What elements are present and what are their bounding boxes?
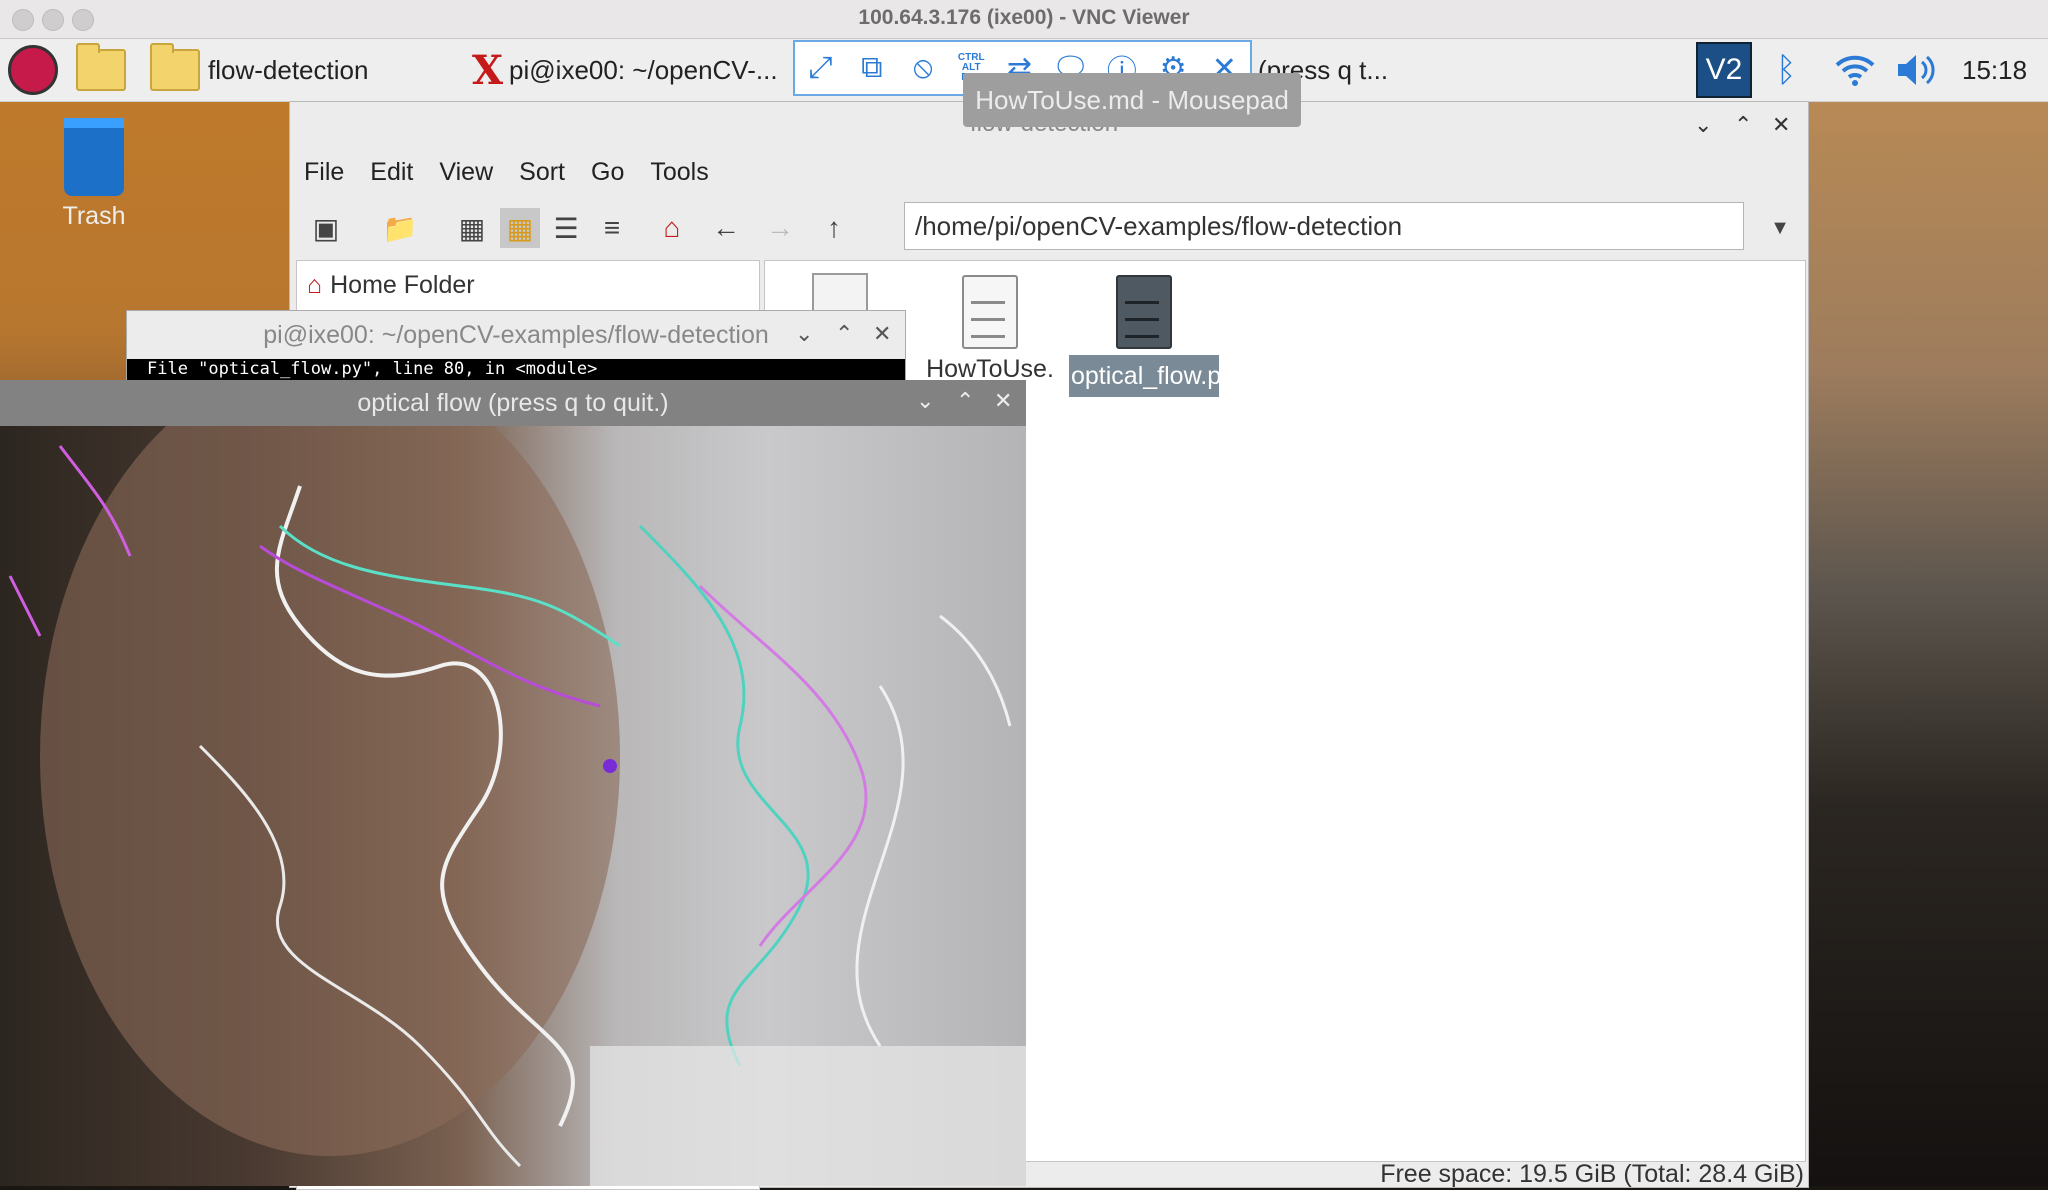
folder-icon <box>76 43 126 91</box>
minimize-icon[interactable]: ⌄ <box>1694 112 1712 138</box>
list-view-icon[interactable]: ≡ <box>592 208 632 248</box>
close-icon[interactable]: ✕ <box>873 321 891 347</box>
mac-titlebar: 100.64.3.176 (ixe00) - VNC Viewer <box>0 0 2048 39</box>
trash-desktop-item[interactable]: Trash <box>56 118 132 231</box>
terminal-title: pi@ixe00: ~/openCV-examples/flow-detecti… <box>263 321 769 349</box>
home-icon[interactable]: ⌂ <box>652 208 692 248</box>
terminal-output: File "optical_flow.py", line 80, in <mod… <box>127 359 905 381</box>
trash-icon <box>64 118 124 196</box>
minimize-icon[interactable]: ⌄ <box>795 321 813 347</box>
tooltip: HowToUse.md - Mousepad <box>963 73 1301 127</box>
file-item-howtouse[interactable]: HowToUse. <box>915 275 1065 384</box>
compact-view-icon[interactable]: ☰ <box>546 208 586 248</box>
menu-sort[interactable]: Sort <box>519 158 565 187</box>
taskbar-folder-window[interactable]: flow-detection <box>150 39 368 101</box>
menu-tools[interactable]: Tools <box>650 158 708 187</box>
desktop-landscape <box>1800 100 2048 1186</box>
terminal-icon: X <box>472 46 504 94</box>
optical-flow-window: optical flow (press q to quit.) ⌄ ⌃ ✕ <box>0 380 1026 1186</box>
path-input[interactable]: /home/pi/openCV-examples/flow-detection <box>904 202 1744 250</box>
trash-label: Trash <box>62 202 126 230</box>
script-file-icon <box>1116 275 1172 349</box>
icon-view-grid-icon[interactable]: ▦ <box>500 208 540 248</box>
raspberry-icon <box>8 45 58 95</box>
folder-icon <box>150 43 200 91</box>
camera-feed <box>0 426 1026 1186</box>
terminal-window: pi@ixe00: ~/openCV-examples/flow-detecti… <box>126 310 906 382</box>
file-manager-launcher[interactable] <box>76 39 126 101</box>
wifi-icon[interactable] <box>1834 39 1876 101</box>
sidebar-home-label: Home Folder <box>330 271 475 299</box>
fullscreen-icon[interactable]: ⤢ <box>801 48 841 88</box>
taskbar-terminal-label: pi@ixe00: ~/openCV-... <box>509 54 778 85</box>
up-arrow-icon[interactable]: ↑ <box>814 208 854 248</box>
minimize-icon[interactable]: ⌄ <box>916 388 934 414</box>
file-name: optical_flow.py <box>1069 355 1234 397</box>
home-icon: ⌂ <box>307 271 323 299</box>
taskbar-folder-label: flow-detection <box>208 54 369 85</box>
fm-menubar: File Edit View Sort Go Tools <box>290 150 1808 194</box>
image-file-icon <box>812 273 868 315</box>
menu-view[interactable]: View <box>439 158 493 187</box>
new-window-icon[interactable]: ▣ <box>306 208 346 248</box>
menu-go[interactable]: Go <box>591 158 624 187</box>
file-item-optical-flow[interactable]: optical_flow.py <box>1069 275 1234 397</box>
flow-tracks <box>8 426 1026 1186</box>
text-file-icon <box>962 275 1018 349</box>
raspberry-menu-button[interactable] <box>8 39 58 101</box>
back-arrow-icon[interactable]: ← <box>706 208 746 248</box>
volume-icon[interactable] <box>1894 39 1940 101</box>
flow-title: optical flow (press q to quit.) <box>0 380 1026 426</box>
vnc-icon: V2 <box>1696 42 1752 98</box>
maximize-icon[interactable]: ⌃ <box>956 388 974 414</box>
file-item-partial[interactable] <box>765 273 915 315</box>
vnc-tray-button[interactable]: V2 <box>1696 39 1752 101</box>
window-title: 100.64.3.176 (ixe00) - VNC Viewer <box>858 6 1190 29</box>
clock[interactable]: 15:18 <box>1962 39 2027 101</box>
close-icon[interactable]: ✕ <box>1772 112 1790 138</box>
menu-edit[interactable]: Edit <box>370 158 413 187</box>
bluetooth-icon[interactable]: ᛒ <box>1776 39 1796 101</box>
close-icon[interactable]: ✕ <box>994 388 1012 414</box>
menu-file[interactable]: File <box>304 158 344 187</box>
taskbar-terminal-window[interactable]: X pi@ixe00: ~/openCV-... <box>472 39 778 101</box>
new-folder-icon[interactable]: 📁 <box>380 208 420 248</box>
scale-icon[interactable]: ⧉ <box>852 48 892 88</box>
mute-icon[interactable]: ⦸ <box>903 48 943 88</box>
path-dropdown-icon[interactable]: ▼ <box>1760 208 1800 248</box>
maximize-icon[interactable]: ⌃ <box>1734 112 1752 138</box>
icon-view-thumbs-icon[interactable]: ▦ <box>452 208 492 248</box>
maximize-icon[interactable]: ⌃ <box>835 321 853 347</box>
forward-arrow-icon[interactable]: → <box>760 208 800 248</box>
sidebar-item-home[interactable]: ⌂ Home Folder <box>307 271 475 300</box>
